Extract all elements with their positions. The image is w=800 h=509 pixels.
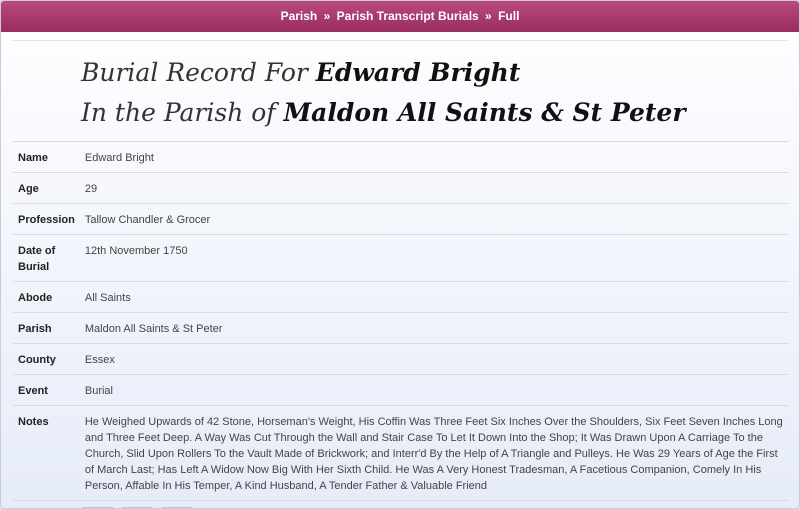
breadcrumb-full: Full: [498, 9, 520, 23]
breadcrumb-transcript-burials[interactable]: Parish Transcript Burials: [337, 9, 479, 23]
row-label: Event: [13, 374, 80, 406]
breadcrumb-separator: »: [485, 9, 492, 23]
breadcrumb-separator: »: [323, 9, 331, 23]
table-row: Parish Maldon All Saints & St Peter: [13, 312, 789, 344]
row-label: County: [13, 343, 80, 375]
action-buttons: ?: [13, 500, 789, 508]
table-row: Age 29: [13, 172, 789, 204]
table-row: Abode All Saints: [13, 281, 789, 313]
title-prefix: Burial Record For: [81, 58, 308, 87]
title-parish-name: Maldon All Saints & St Peter: [283, 98, 686, 127]
row-value-date: 12th November 1750: [79, 234, 789, 282]
breadcrumb-parish[interactable]: Parish: [281, 9, 318, 23]
row-value-name: Edward Bright: [79, 141, 789, 173]
row-value-notes: He Weighed Upwards of 42 Stone, Horseman…: [79, 405, 789, 500]
table-row: Notes He Weighed Upwards of 42 Stone, Ho…: [13, 405, 789, 500]
title-parish-prefix: In the Parish of: [81, 98, 276, 127]
row-label: Age: [13, 172, 80, 204]
row-value-profession: Tallow Chandler & Grocer: [79, 203, 789, 235]
row-value-age: 29: [79, 172, 789, 204]
table-row: Name Edward Bright: [13, 141, 789, 173]
row-label: Abode: [13, 281, 80, 313]
record-table: Name Edward Bright Age 29 Profession Tal…: [13, 141, 789, 500]
row-label: Notes: [13, 405, 80, 500]
title-line-record: Burial Record For Edward Bright: [81, 53, 799, 93]
table-row: Profession Tallow Chandler & Grocer: [13, 203, 789, 235]
record-panel: Parish » Parish Transcript Burials » Ful…: [0, 0, 800, 509]
row-value-event: Burial: [79, 374, 789, 406]
row-label: Profession: [13, 203, 80, 235]
title-line-parish: In the Parish of Maldon All Saints & St …: [81, 93, 799, 133]
table-row: County Essex: [13, 343, 789, 375]
row-label: Name: [13, 141, 80, 173]
table-row: Event Burial: [13, 374, 789, 406]
breadcrumb: Parish » Parish Transcript Burials » Ful…: [1, 1, 799, 32]
page-title: Burial Record For Edward Bright In the P…: [1, 41, 799, 141]
row-label: Parish: [13, 312, 80, 344]
row-value-county: Essex: [79, 343, 789, 375]
title-person-name: Edward Bright: [315, 58, 521, 87]
row-value-parish: Maldon All Saints & St Peter: [79, 312, 789, 344]
row-label: Date of Burial: [13, 234, 80, 282]
row-value-abode: All Saints: [79, 281, 789, 313]
table-row: Date of Burial 12th November 1750: [13, 234, 789, 282]
